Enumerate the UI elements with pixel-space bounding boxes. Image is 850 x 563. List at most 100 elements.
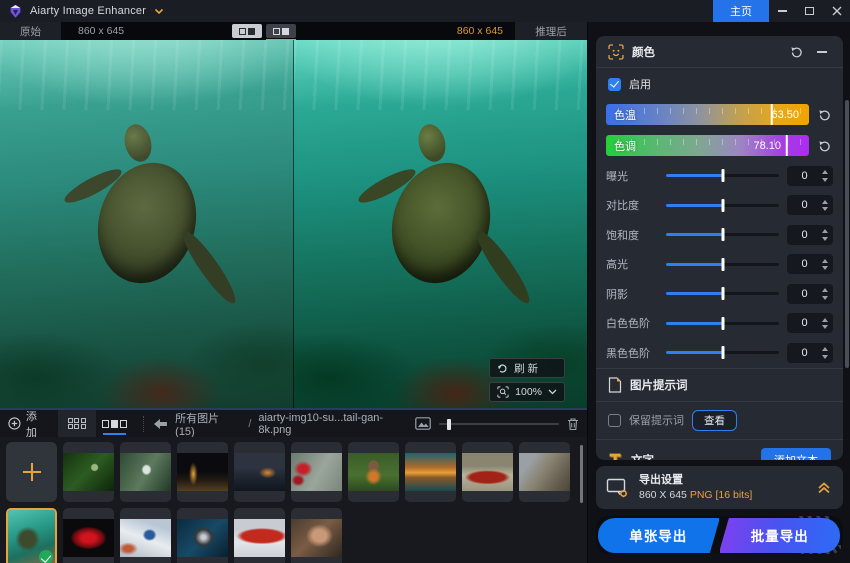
slider-handle[interactable]: [721, 346, 724, 360]
tab-enhanced[interactable]: 推理后: [515, 22, 587, 40]
thumbnail-woman-portrait[interactable]: [291, 508, 342, 563]
color-reset-button[interactable]: [787, 44, 805, 60]
tint-handle[interactable]: [785, 135, 788, 156]
thumbnail-dog-underwater[interactable]: [177, 508, 228, 563]
panel-scrollbar[interactable]: [845, 100, 849, 368]
slider-value-box[interactable]: 0: [787, 313, 833, 334]
slider-value-box[interactable]: 0: [787, 342, 833, 363]
temperature-slider[interactable]: 色温 63.50: [606, 104, 809, 125]
color-collapse-button[interactable]: [813, 44, 831, 60]
slider-value: 0: [801, 169, 808, 182]
thumbnail-size-slider[interactable]: [439, 418, 559, 430]
grid-view-button[interactable]: [57, 410, 96, 437]
view-prompt-button[interactable]: 查看: [692, 409, 737, 431]
thumbnail-sunset-lake[interactable]: [405, 442, 456, 502]
stepper-icon[interactable]: [822, 258, 828, 270]
tint-slider[interactable]: 色调 78.10: [606, 135, 809, 156]
trash-icon[interactable]: [567, 417, 579, 431]
adjust-slider-row: 黑色色阶 0: [596, 338, 843, 368]
thumbnail-classic-red-car[interactable]: [462, 442, 513, 502]
maximize-button[interactable]: [796, 0, 823, 22]
slider-track[interactable]: [666, 169, 779, 183]
export-batch-button[interactable]: 批量导出: [719, 517, 840, 553]
enable-checkbox[interactable]: [608, 77, 621, 91]
thumbnail-city-night[interactable]: [177, 442, 228, 502]
add-images-button[interactable]: 添加: [8, 408, 48, 440]
zoom-level-control[interactable]: 100%: [489, 382, 565, 402]
thumbnail-heron-river[interactable]: [120, 442, 171, 502]
thumbnail-white-building[interactable]: [120, 508, 171, 563]
filmstrip-scrollbar[interactable]: [580, 445, 583, 503]
slider-label: 黑色色阶: [606, 347, 650, 360]
after-image[interactable]: [293, 40, 587, 408]
before-image[interactable]: [0, 40, 293, 408]
filmstrip-view-button[interactable]: [96, 410, 134, 437]
temperature-reset-button[interactable]: [815, 107, 833, 123]
minimize-button[interactable]: [769, 0, 796, 22]
breadcrumb-filename: aiarty-img10-su...tail-gan-8k.png: [258, 411, 384, 436]
thumbnail-red-betta-fish[interactable]: [63, 508, 114, 563]
slider-track[interactable]: [666, 198, 779, 212]
slider-track[interactable]: [666, 287, 779, 301]
slider-value-box[interactable]: 0: [787, 283, 833, 304]
slider-handle[interactable]: [721, 198, 724, 212]
slider-label: 对比度: [606, 200, 639, 213]
slider-value-box[interactable]: 0: [787, 224, 833, 245]
stepper-icon[interactable]: [822, 229, 828, 241]
undo-icon: [818, 109, 830, 120]
close-button[interactable]: [823, 0, 850, 22]
thumbnail-red-train-snow[interactable]: [234, 508, 285, 563]
stepper-icon[interactable]: [822, 170, 828, 182]
slider-fill: [666, 203, 723, 207]
back-arrow-icon[interactable]: [154, 418, 168, 429]
side-by-side-view-icon: [273, 27, 281, 35]
app-menu-chevron-down-icon[interactable]: [154, 8, 164, 15]
slider-handle[interactable]: [721, 169, 724, 183]
temperature-label: 色温: [614, 109, 636, 122]
export-single-button[interactable]: 单张导出: [598, 517, 719, 553]
compare-side-by-side-button[interactable]: [266, 24, 297, 41]
slider-value-box[interactable]: 0: [787, 165, 833, 186]
slider-track[interactable]: [666, 257, 779, 271]
tab-original[interactable]: 原始: [0, 22, 62, 40]
slider-value-box[interactable]: 0: [787, 195, 833, 216]
temperature-handle[interactable]: [770, 104, 774, 125]
thumbnail-forest-bird[interactable]: [63, 442, 114, 502]
refresh-icon: [498, 363, 507, 373]
keep-prompt-checkbox[interactable]: [608, 413, 621, 427]
export-settings-card[interactable]: 导出设置 860 X 645 PNG [16 bits]: [596, 466, 843, 510]
thumbnail-hibiscus-hummingbird[interactable]: [291, 442, 342, 502]
stepper-icon[interactable]: [822, 288, 828, 300]
slider-track[interactable]: [666, 228, 779, 242]
breadcrumb-gallery[interactable]: 所有图片 (15): [175, 410, 241, 438]
thumbnail-boy-grass[interactable]: [348, 442, 399, 502]
slider-handle[interactable]: [721, 316, 724, 330]
home-button[interactable]: 主页: [713, 0, 769, 22]
slider-track[interactable]: [666, 346, 779, 360]
slider-track[interactable]: [666, 316, 779, 330]
thumbnail-lake-cabin[interactable]: [234, 442, 285, 502]
breadcrumb: 所有图片 (15) / aiarty-img10-su...tail-gan-8…: [154, 410, 415, 438]
slider-handle[interactable]: [721, 257, 724, 271]
export-bit-depth: [16 bits]: [715, 488, 753, 501]
slider-handle[interactable]: [721, 228, 724, 242]
original-size-label: 860 x 645: [78, 25, 125, 37]
thumbnail-stone-village[interactable]: [519, 442, 570, 502]
stepper-icon[interactable]: [822, 347, 828, 359]
slider-value-box[interactable]: 0: [787, 254, 833, 275]
thumbnail-sea-turtle[interactable]: [6, 508, 57, 563]
stepper-icon[interactable]: [822, 317, 828, 329]
stepper-icon[interactable]: [822, 199, 828, 211]
add-image-tile[interactable]: [6, 442, 57, 502]
water-surface: [0, 40, 293, 110]
refresh-button[interactable]: 刷 新: [489, 358, 565, 378]
add-text-button[interactable]: 添加文本: [761, 447, 831, 460]
adjust-slider-row: 对比度 0: [596, 191, 843, 221]
thumbnail-size-knob[interactable]: [446, 418, 451, 430]
slider-handle[interactable]: [721, 287, 724, 301]
tint-reset-button[interactable]: [815, 138, 833, 154]
collapse-double-chevron-up-icon[interactable]: [817, 481, 831, 495]
slider-value: 0: [801, 287, 808, 300]
titlebar: Aiarty Image Enhancer 主页: [0, 0, 850, 22]
compare-split-view-button[interactable]: [232, 24, 263, 38]
